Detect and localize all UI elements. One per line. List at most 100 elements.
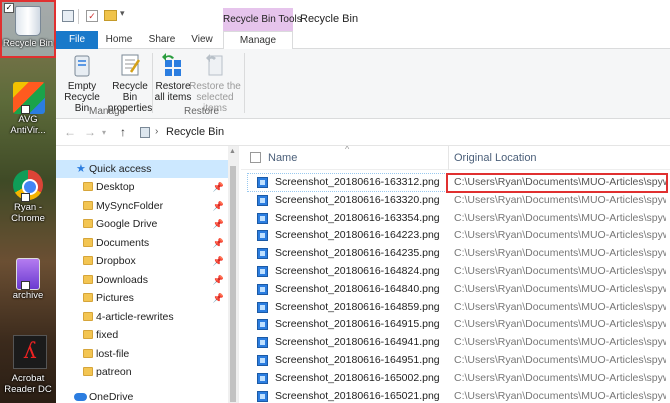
table-row[interactable]: Screenshot_20180616-164941.png C:\Users\R… xyxy=(241,334,670,351)
nav-item-label: Google Drive xyxy=(96,218,158,230)
image-file-icon xyxy=(257,177,268,188)
table-row[interactable]: Screenshot_20180616-164223.png C:\Users\R… xyxy=(241,227,670,244)
desktop-icon-acrobat[interactable]: ʎ Acrobat Reader DC xyxy=(0,335,56,395)
table-row[interactable]: Screenshot_20180616-165021.png C:\Users\R… xyxy=(241,388,670,403)
image-file-icon xyxy=(257,194,268,206)
pin-icon[interactable]: 📌 xyxy=(213,178,224,196)
back-arrow-icon[interactable]: ← xyxy=(64,125,76,139)
button-label: Recycle Bin xyxy=(112,81,148,103)
column-header-name[interactable]: Name xyxy=(268,152,297,164)
nav-item-quick-access[interactable]: ★ Quick access xyxy=(56,160,228,178)
desktop-icon-label: Recycle Bin xyxy=(2,38,54,49)
nav-item-label: patreon xyxy=(96,366,132,378)
file-name: Screenshot_20180616-165002.png xyxy=(275,371,440,384)
pin-icon[interactable]: 📌 xyxy=(213,234,224,252)
pin-icon[interactable]: 📌 xyxy=(213,252,224,270)
table-row[interactable]: Screenshot_20180616-164840.png C:\Users\R… xyxy=(241,281,670,298)
tab-manage[interactable]: Manage xyxy=(223,31,293,50)
restore-all-items-button[interactable]: Restore all items xyxy=(153,52,193,103)
table-row[interactable]: Screenshot_20180616-164951.png C:\Users\R… xyxy=(241,352,670,369)
select-all-checkbox[interactable] xyxy=(250,152,261,163)
original-location: C:\Users\Ryan\Documents\MUO-Articles\spy… xyxy=(454,229,666,242)
desktop-icon-archive[interactable]: archive xyxy=(0,258,56,301)
nav-item-folder[interactable]: MySyncFolder 📌 xyxy=(56,197,228,215)
restore-selected-items-button[interactable]: Restore the selected items xyxy=(188,52,242,114)
pin-icon[interactable]: 📌 xyxy=(213,197,224,215)
nav-item-folder[interactable]: Documents 📌 xyxy=(56,234,228,252)
chevron-right-icon[interactable]: › xyxy=(155,126,158,137)
nav-item-folder[interactable]: Dropbox 📌 xyxy=(56,252,228,270)
table-row[interactable]: Screenshot_20180616-163320.png C:\Users\R… xyxy=(241,192,670,209)
recycle-bin-properties-button[interactable]: Recycle Bin properties xyxy=(106,52,154,114)
up-arrow-icon[interactable]: ↑ xyxy=(120,125,126,139)
nav-item-folder[interactable]: fixed xyxy=(56,326,228,344)
desktop-icon-chrome[interactable]: Ryan - Chrome xyxy=(0,170,56,224)
file-list: Name ^ Original Location Screenshot_2018… xyxy=(241,146,670,403)
nav-item-folder[interactable]: Pictures 📌 xyxy=(56,289,228,307)
pin-icon[interactable]: 📌 xyxy=(213,271,224,289)
pin-icon[interactable]: 📌 xyxy=(213,215,224,233)
toolbar-divider xyxy=(78,9,79,24)
file-name: Screenshot_20180616-164223.png xyxy=(275,229,440,242)
desktop-icon-label: Acrobat Reader DC xyxy=(4,373,52,395)
nav-item-folder[interactable]: patreon xyxy=(56,363,228,381)
original-location: C:\Users\Ryan\Documents\MUO-Articles\spy… xyxy=(454,318,666,331)
column-divider[interactable] xyxy=(448,146,449,170)
original-location: C:\Users\Ryan\Documents\MUO-Articles\spy… xyxy=(454,211,666,224)
table-row[interactable]: Screenshot_20180616-163312.png C:\Users\R… xyxy=(241,174,670,191)
archive-icon xyxy=(13,258,43,290)
nav-item-folder[interactable]: lost-file xyxy=(56,345,228,363)
original-location: C:\Users\Ryan\Documents\MUO-Articles\spy… xyxy=(454,247,666,260)
scrollbar-thumb[interactable] xyxy=(230,166,236,402)
checklist-icon[interactable]: ✓ xyxy=(86,10,98,22)
group-divider xyxy=(152,53,153,113)
desktop-icon-avg[interactable]: AVG AntiVir... xyxy=(0,82,56,136)
properties-icon[interactable] xyxy=(62,10,74,22)
address-path[interactable]: Recycle Bin xyxy=(166,126,224,138)
file-name: Screenshot_20180616-163320.png xyxy=(275,193,440,206)
nav-item-folder[interactable]: Desktop 📌 xyxy=(56,178,228,196)
nav-item-label: OneDrive xyxy=(89,391,134,403)
tab-view[interactable]: View xyxy=(186,31,218,49)
nav-item-label: lost-file xyxy=(96,347,130,360)
new-folder-icon[interactable] xyxy=(104,10,117,21)
table-row[interactable]: Screenshot_20180616-164235.png C:\Users\R… xyxy=(241,245,670,262)
scrollbar[interactable]: ▲ xyxy=(228,146,238,403)
table-row[interactable]: Screenshot_20180616-164824.png C:\Users\R… xyxy=(241,263,670,280)
nav-item-label: Documents xyxy=(96,236,150,249)
chevron-down-icon[interactable]: ▾ xyxy=(120,8,125,19)
ribbon-tabs: File Home Share View Manage xyxy=(56,31,670,50)
file-name: Screenshot_20180616-163312.png xyxy=(275,176,440,188)
nav-item-folder[interactable]: 4-article-rewrites xyxy=(56,308,228,326)
tab-file[interactable]: File xyxy=(56,31,98,49)
nav-item-folder[interactable]: Downloads 📌 xyxy=(56,271,228,289)
scroll-up-icon[interactable]: ▲ xyxy=(229,148,236,155)
nav-item-folder[interactable]: Google Drive 📌 xyxy=(56,215,228,233)
nav-item-onedrive[interactable]: OneDrive xyxy=(56,388,228,403)
empty-recycle-bin-button[interactable]: Empty Recycle Bin xyxy=(56,52,108,114)
file-name: Screenshot_20180616-164941.png xyxy=(275,336,440,349)
tab-home[interactable]: Home xyxy=(101,31,137,49)
table-row[interactable]: Screenshot_20180616-164859.png C:\Users\R… xyxy=(241,299,670,316)
tab-share[interactable]: Share xyxy=(144,31,180,49)
pin-icon[interactable]: 📌 xyxy=(213,289,224,307)
image-file-icon xyxy=(257,212,268,224)
image-file-icon xyxy=(257,337,268,349)
restore-selected-icon xyxy=(202,52,228,78)
desktop-icon-recycle-bin[interactable]: ✓ Recycle Bin xyxy=(0,0,56,58)
chevron-down-icon[interactable]: ▾ xyxy=(102,128,106,137)
recycle-bin-icon xyxy=(13,6,43,36)
nav-item-label: Downloads xyxy=(96,273,148,286)
file-name: Screenshot_20180616-164840.png xyxy=(275,282,440,295)
button-label: Restore the xyxy=(189,81,241,92)
folder-icon xyxy=(83,367,93,376)
column-header-original-location[interactable]: Original Location xyxy=(454,152,537,164)
nav-item-label: Pictures xyxy=(96,292,134,304)
table-row[interactable]: Screenshot_20180616-164915.png C:\Users\R… xyxy=(241,316,670,333)
original-location: C:\Users\Ryan\Documents\MUO-Articles\spy… xyxy=(454,389,666,402)
table-row[interactable]: Screenshot_20180616-163354.png C:\Users\R… xyxy=(241,210,670,227)
forward-arrow-icon[interactable]: → xyxy=(84,125,96,139)
table-row[interactable]: Screenshot_20180616-165002.png C:\Users\R… xyxy=(241,370,670,387)
button-label: Empty xyxy=(67,81,97,92)
original-location: C:\Users\Ryan\Documents\MUO-Articles\spy… xyxy=(454,354,666,366)
